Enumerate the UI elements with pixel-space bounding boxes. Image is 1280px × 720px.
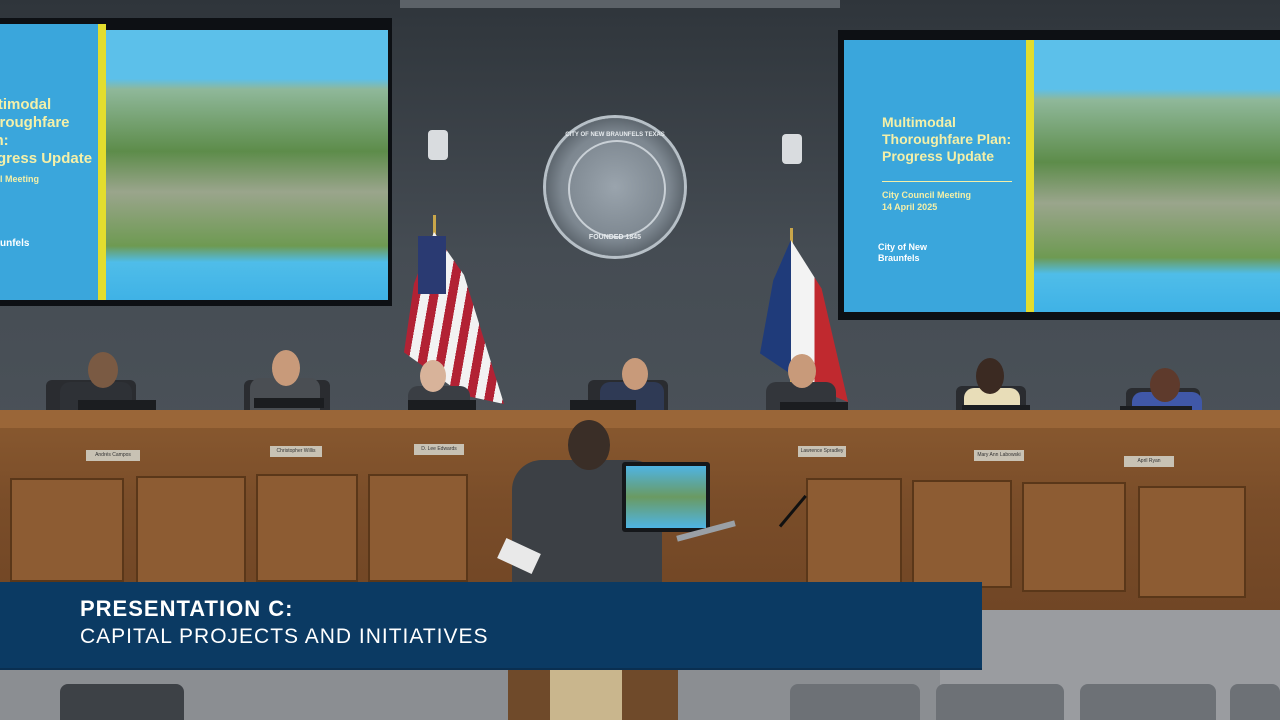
seal-ring <box>568 140 666 238</box>
left-slide-meeting: City Council Meeting <box>0 174 40 184</box>
right-slide-title: Multimodal Thoroughfare Plan: Progress U… <box>882 114 1012 164</box>
laptop <box>78 400 156 410</box>
podium-monitor <box>622 462 710 532</box>
dais-wood-panel <box>368 474 468 582</box>
member-head <box>622 358 648 390</box>
left-slide-title: Multimodal Thoroughfare Plan: Progress U… <box>0 96 93 167</box>
audience-seat <box>1230 684 1280 720</box>
dais-wood-panel <box>256 474 358 582</box>
left-security-camera <box>428 130 448 160</box>
presenter-head <box>568 420 610 470</box>
member-head <box>88 352 118 388</box>
podium-monitor-screen <box>626 466 706 528</box>
laptop <box>408 400 476 410</box>
right-slide-date: 14 April 2025 <box>882 202 938 212</box>
nameplate: D. Lee Edwards <box>414 444 464 455</box>
right-slide-logo: City of New Braunfels <box>878 242 928 263</box>
laptop <box>254 398 324 408</box>
right-slide-accent <box>1026 40 1034 312</box>
banner-subtitle: CAPITAL PROJECTS AND INITIATIVES <box>80 625 489 648</box>
dais-wood-panel <box>1138 486 1246 598</box>
left-slide-logo: New Braunfels <box>0 238 30 249</box>
seal-founded: FOUNDED 1845 <box>588 234 642 241</box>
city-seal: CITY OF NEW BRAUNFELS TEXAS FOUNDED 1845 <box>546 118 684 256</box>
dais-wood-panel <box>10 478 124 582</box>
us-flag-canton <box>418 236 446 294</box>
nameplate: Christopher Willis <box>270 446 322 457</box>
right-slide-panel <box>844 40 1026 312</box>
right-slide-divider <box>882 181 1012 182</box>
banner-title: PRESENTATION C: <box>80 596 294 621</box>
nameplate: April Ryan <box>1124 456 1174 467</box>
nameplate: Mary Ann Labowski <box>974 450 1024 461</box>
dais-top-rail <box>0 410 1280 428</box>
right-projection-screen: Multimodal Thoroughfare Plan: Progress U… <box>838 30 1280 320</box>
member-head <box>976 358 1004 394</box>
nameplate: Lawrence Spradley <box>798 446 846 457</box>
dais-wood-panel <box>1022 482 1126 592</box>
audience-seat <box>60 684 184 720</box>
ceiling-trim <box>400 0 840 8</box>
nameplate: Andrés Campos <box>86 450 140 461</box>
laptop <box>570 400 636 410</box>
presenter-legs <box>550 668 622 720</box>
dais-wood-panel <box>136 476 246 584</box>
audience-seat <box>936 684 1064 720</box>
member-head <box>420 360 446 392</box>
audience-seat <box>790 684 920 720</box>
left-slide-aerial-photo <box>106 30 388 300</box>
member-head <box>1150 368 1180 402</box>
right-slide-aerial-photo <box>1034 40 1280 312</box>
dais-wood-panel <box>806 478 902 584</box>
member-head <box>272 350 300 386</box>
audience-seat <box>1080 684 1216 720</box>
right-slide-meeting: City Council Meeting <box>882 190 972 200</box>
member-head <box>788 354 816 388</box>
right-security-camera <box>782 134 802 164</box>
dais-wood-panel <box>912 480 1012 588</box>
left-projection-screen: Multimodal Thoroughfare Plan: Progress U… <box>0 18 392 306</box>
seal-text: CITY OF NEW BRAUNFELS TEXAS <box>565 132 665 138</box>
